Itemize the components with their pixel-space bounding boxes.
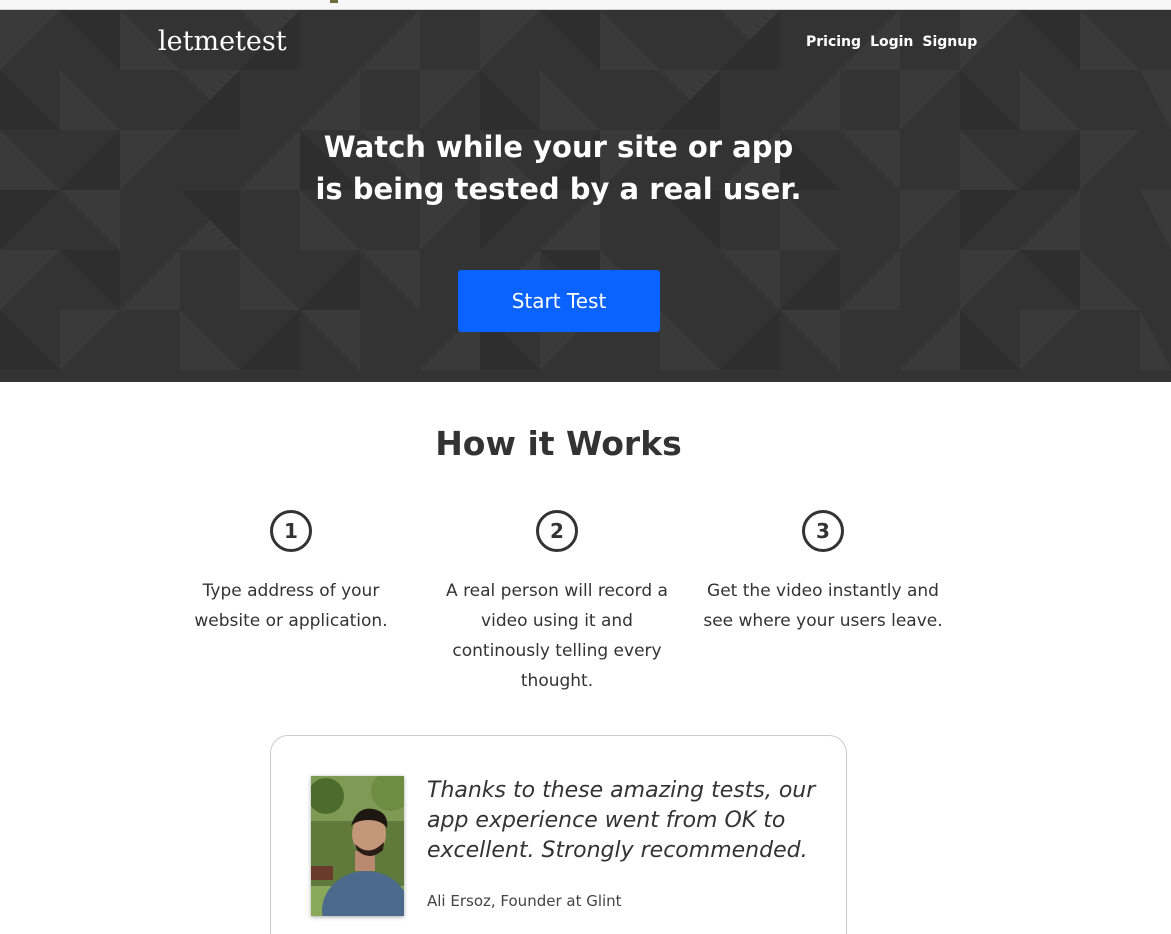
- step-3: 3 Get the video instantly and see where …: [703, 510, 943, 636]
- hero-section: letmetest Pricing Login Signup Watch whi…: [0, 10, 1171, 382]
- step-description: A real person will record a video using …: [446, 581, 668, 691]
- hero-title: Watch while your site or app is being te…: [0, 126, 1117, 210]
- author-photo: [311, 776, 404, 916]
- nav-link-pricing[interactable]: Pricing: [806, 34, 861, 50]
- step-number-badge: 1: [270, 510, 312, 552]
- page: letmetest Pricing Login Signup Watch whi…: [0, 0, 1171, 934]
- tab-marker: [330, 0, 338, 3]
- testimonial-quote: Thanks to these amazing tests, our app e…: [427, 778, 816, 863]
- testimonial-card: Thanks to these amazing tests, our app e…: [270, 735, 847, 934]
- step-number-badge: 2: [536, 510, 578, 552]
- nav-link-login[interactable]: Login: [870, 34, 913, 50]
- start-test-button[interactable]: Start Test: [458, 270, 660, 332]
- step-description: Type address of your website or applicat…: [194, 581, 388, 631]
- hero-title-line-2: is being tested by a real user.: [315, 172, 802, 206]
- browser-bar: [0, 0, 1171, 10]
- step-number-badge: 3: [802, 510, 844, 552]
- author-photo-image: [311, 776, 404, 916]
- step-description: Get the video instantly and see where yo…: [703, 581, 943, 631]
- nav-link-signup[interactable]: Signup: [922, 34, 977, 50]
- how-it-works-heading: How it Works: [435, 424, 682, 463]
- step-1: 1 Type address of your website or applic…: [171, 510, 411, 636]
- testimonial-author: Ali Ersoz, Founder at Glint: [427, 892, 622, 910]
- hero-title-line-1: Watch while your site or app: [323, 130, 794, 164]
- logo[interactable]: letmetest: [158, 26, 287, 57]
- top-nav: Pricing Login Signup: [806, 34, 977, 50]
- step-2: 2 A real person will record a video usin…: [437, 510, 677, 696]
